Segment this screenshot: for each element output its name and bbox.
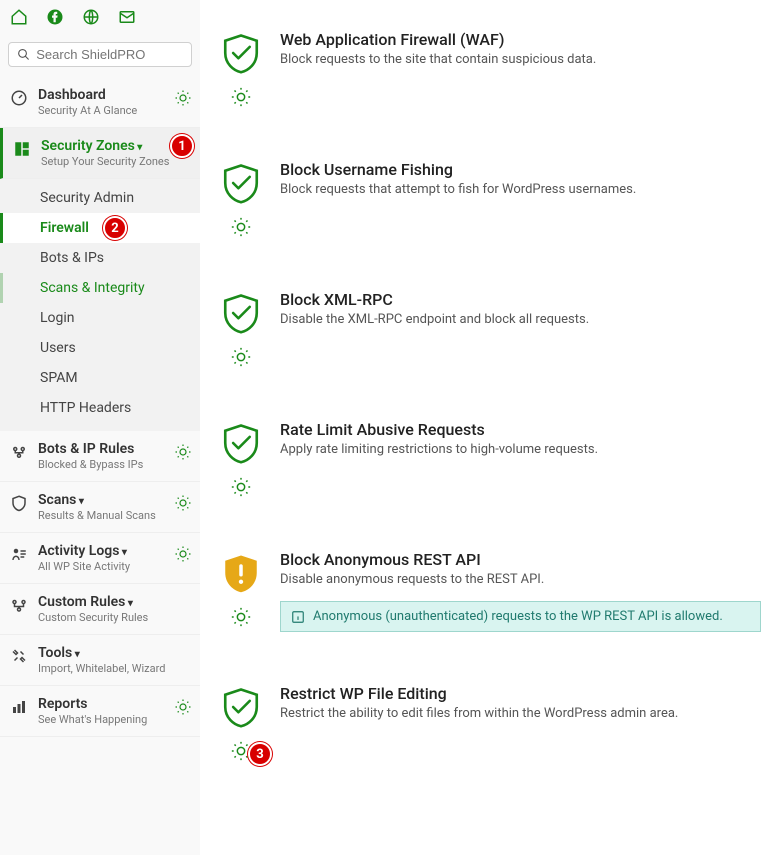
zone-users[interactable]: Users: [0, 333, 200, 363]
card-restapi-info-text: Anonymous (unauthenticated) requests to …: [313, 609, 723, 624]
card-restapi-desc: Disable anonymous requests to the REST A…: [280, 572, 761, 587]
home-icon[interactable]: [10, 8, 28, 30]
nav-dashboard[interactable]: Dashboard Security At A Glance: [0, 77, 200, 128]
card-xmlrpc: Block XML-RPC Disable the XML-RPC endpoi…: [220, 290, 761, 368]
card-restapi-settings[interactable]: [230, 606, 252, 628]
nav-bots-ip-rules[interactable]: Bots & IP Rules Blocked & Bypass IPs: [0, 431, 200, 482]
card-fileedit-title: Restrict WP File Editing: [280, 684, 761, 703]
nav-reports-sub: See What's Happening: [38, 713, 164, 726]
gear-icon[interactable]: [174, 494, 192, 512]
annotation-badge-1: 1: [170, 134, 194, 158]
card-waf: Web Application Firewall (WAF) Block req…: [220, 30, 761, 108]
nav-reports-label: Reports: [38, 696, 164, 712]
nav-dashboard-label: Dashboard: [38, 87, 164, 103]
annotation-badge-2: 2: [103, 216, 127, 240]
zone-firewall[interactable]: Firewall 2: [0, 213, 200, 243]
nav-bots-sub: Blocked & Bypass IPs: [38, 458, 164, 471]
search-icon: [17, 47, 30, 62]
nav-zones-sub: Setup Your Security Zones: [41, 155, 192, 168]
search-box[interactable]: [8, 42, 192, 67]
search-input[interactable]: [36, 47, 183, 62]
card-xmlrpc-settings[interactable]: [230, 346, 252, 368]
gear-icon[interactable]: [174, 545, 192, 563]
gear-icon[interactable]: [174, 698, 192, 716]
gear-icon[interactable]: [174, 89, 192, 107]
card-fishing-title: Block Username Fishing: [280, 160, 761, 179]
nav-bots-label: Bots & IP Rules: [38, 441, 164, 457]
topbar: [0, 0, 200, 38]
card-xmlrpc-desc: Disable the XML-RPC endpoint and block a…: [280, 312, 761, 327]
zones-icon: [13, 140, 31, 158]
nav-tools[interactable]: Tools Import, Whitelabel, Wizard: [0, 635, 200, 686]
main-content: Web Application Firewall (WAF) Block req…: [200, 0, 781, 855]
shield-ok-icon: [220, 684, 262, 730]
annotation-badge-3: 3: [248, 742, 272, 766]
card-restapi: Block Anonymous REST API Disable anonymo…: [220, 550, 761, 632]
bots-icon: [10, 443, 28, 461]
shield-ok-icon: [220, 420, 262, 466]
nav-security-zones[interactable]: Security Zones Setup Your Security Zones…: [0, 128, 200, 179]
shield-ok-icon: [220, 290, 262, 336]
zones-submenu: Security Admin Firewall 2 Bots & IPs Sca…: [0, 179, 200, 431]
card-fileedit-desc: Restrict the ability to edit files from …: [280, 706, 761, 721]
nav-custom-rules[interactable]: Custom Rules Custom Security Rules: [0, 584, 200, 635]
shield-ok-icon: [220, 160, 262, 206]
scans-icon: [10, 494, 28, 512]
card-ratelimit: Rate Limit Abusive Requests Apply rate l…: [220, 420, 761, 498]
zone-scans-integrity[interactable]: Scans & Integrity: [0, 273, 200, 303]
info-icon: [291, 610, 305, 624]
zone-firewall-label: Firewall: [40, 220, 89, 236]
nav-activity-sub: All WP Site Activity: [38, 560, 164, 573]
card-fishing-desc: Block requests that attempt to fish for …: [280, 182, 761, 197]
nav-scans-sub: Results & Manual Scans: [38, 509, 164, 522]
nav-dashboard-sub: Security At A Glance: [38, 104, 164, 117]
card-restapi-info: Anonymous (unauthenticated) requests to …: [280, 601, 761, 632]
tools-icon: [10, 647, 28, 665]
zone-security-admin[interactable]: Security Admin: [0, 183, 200, 213]
shield-ok-icon: [220, 30, 262, 76]
nav-tools-sub: Import, Whitelabel, Wizard: [38, 662, 192, 675]
nav-custom-sub: Custom Security Rules: [38, 611, 192, 624]
card-waf-settings[interactable]: [230, 86, 252, 108]
nav-activity-label: Activity Logs: [38, 543, 164, 559]
nav-activity-logs[interactable]: Activity Logs All WP Site Activity: [0, 533, 200, 584]
dashboard-icon: [10, 89, 28, 107]
nav-scans-label: Scans: [38, 492, 164, 508]
zone-spam[interactable]: SPAM: [0, 363, 200, 393]
nav-tools-label: Tools: [38, 645, 192, 661]
card-ratelimit-desc: Apply rate limiting restrictions to high…: [280, 442, 761, 457]
zone-http-headers[interactable]: HTTP Headers: [0, 393, 200, 423]
facebook-icon[interactable]: [46, 8, 64, 30]
activity-icon: [10, 545, 28, 563]
nav-reports[interactable]: Reports See What's Happening: [0, 686, 200, 737]
globe-icon[interactable]: [82, 8, 100, 30]
nav-custom-label: Custom Rules: [38, 594, 192, 610]
zone-login[interactable]: Login: [0, 303, 200, 333]
card-restapi-title: Block Anonymous REST API: [280, 550, 761, 569]
shield-warn-icon: [220, 550, 262, 596]
custom-icon: [10, 596, 28, 614]
nav-scans[interactable]: Scans Results & Manual Scans: [0, 482, 200, 533]
card-ratelimit-settings[interactable]: [230, 476, 252, 498]
card-waf-title: Web Application Firewall (WAF): [280, 30, 761, 49]
card-fishing: Block Username Fishing Block requests th…: [220, 160, 761, 238]
card-fileedit: 3 Restrict WP File Editing Restrict the …: [220, 684, 761, 762]
reports-icon: [10, 698, 28, 716]
card-ratelimit-title: Rate Limit Abusive Requests: [280, 420, 761, 439]
card-xmlrpc-title: Block XML-RPC: [280, 290, 761, 309]
zone-bots-ips[interactable]: Bots & IPs: [0, 243, 200, 273]
gear-icon[interactable]: [174, 443, 192, 461]
card-waf-desc: Block requests to the site that contain …: [280, 52, 761, 67]
mail-icon[interactable]: [118, 8, 136, 30]
card-fishing-settings[interactable]: [230, 216, 252, 238]
